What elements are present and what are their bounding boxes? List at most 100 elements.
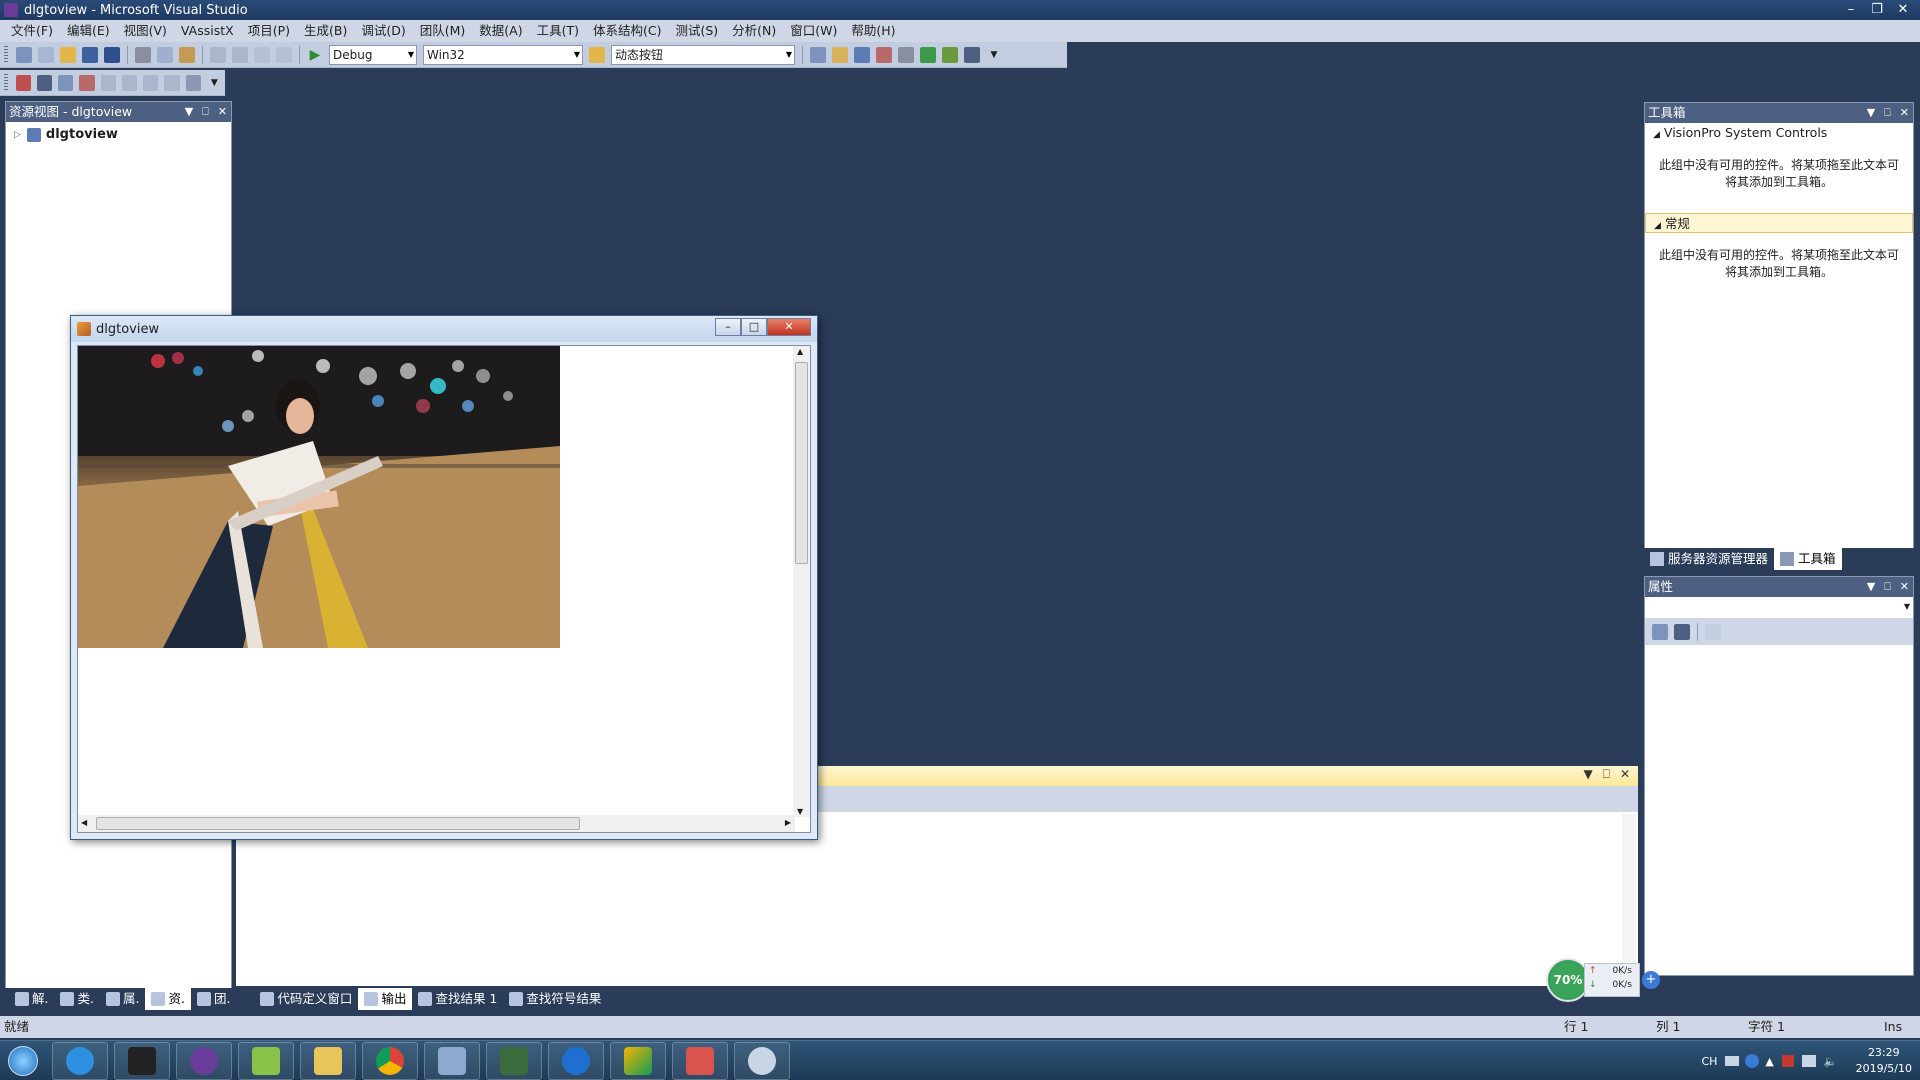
toolbar-options-icon[interactable]: ▼ <box>207 75 222 91</box>
menu-team[interactable]: 团队(M) <box>413 20 473 42</box>
tray-expand-icon[interactable]: ▲ <box>1765 1055 1773 1068</box>
alphabetical-icon[interactable] <box>1674 624 1690 640</box>
flag-icon[interactable] <box>1781 1055 1794 1067</box>
find-references-icon[interactable] <box>79 74 95 91</box>
tab-team-explorer[interactable]: 团. <box>191 988 236 1010</box>
refresh-icon[interactable] <box>185 74 201 91</box>
tools-icon[interactable] <box>898 46 914 63</box>
toolbar-options-icon[interactable]: ▼ <box>986 47 1002 63</box>
close-button[interactable]: ✕ <box>1890 0 1916 20</box>
new-project-icon[interactable] <box>16 46 32 63</box>
restore-button[interactable]: ❐ <box>1864 0 1890 20</box>
tab-find-symbol-results[interactable]: 查找符号结果 <box>503 988 607 1010</box>
open-file-in-solution-icon[interactable] <box>15 74 32 91</box>
find-in-files-icon[interactable] <box>589 46 605 63</box>
pin-icon[interactable]: ⎕ <box>1884 577 1891 597</box>
menu-help[interactable]: 帮助(H) <box>844 20 902 42</box>
tab-class-view[interactable]: 类. <box>54 988 99 1010</box>
object-selector[interactable]: ▼ <box>1645 597 1913 619</box>
menu-build[interactable]: 生成(B) <box>297 20 354 42</box>
tree-node[interactable]: ▷ dlgtoview <box>14 126 231 144</box>
scroll-right-icon[interactable]: ▶ <box>785 818 791 827</box>
tree-node-label[interactable]: dlgtoview <box>46 126 118 144</box>
solution-explorer-icon[interactable] <box>810 46 826 63</box>
close-icon[interactable]: ✕ <box>1900 103 1909 123</box>
dialog-maximize-button[interactable]: □ <box>741 318 767 336</box>
close-icon[interactable]: ✕ <box>1620 767 1630 782</box>
menu-tools[interactable]: 工具(T) <box>530 20 586 42</box>
plus-icon[interactable]: + <box>1642 971 1660 989</box>
taskbar-chrome[interactable] <box>362 1041 418 1080</box>
menu-test[interactable]: 测试(S) <box>668 20 725 42</box>
object-browser-icon[interactable] <box>854 46 870 63</box>
scroll-thumb[interactable] <box>96 817 580 830</box>
configuration-select[interactable]: Debug ▼ <box>329 44 417 65</box>
redo-icon[interactable] <box>164 74 180 91</box>
menu-view[interactable]: 视图(V) <box>117 20 174 42</box>
toolbox-icon[interactable] <box>876 46 892 63</box>
panel-dropdown-icon[interactable]: ▼ <box>185 102 193 122</box>
dialog-close-button[interactable]: ✕ <box>767 318 811 336</box>
add-item-icon[interactable] <box>38 46 54 63</box>
toolbar-grip[interactable] <box>4 45 8 64</box>
cut-icon[interactable] <box>135 46 151 63</box>
minimize-button[interactable]: – <box>1838 0 1864 20</box>
scroll-thumb[interactable] <box>795 362 808 564</box>
menu-file[interactable]: 文件(F) <box>4 20 60 42</box>
tab-server-explorer[interactable]: 服务器资源管理器 <box>1644 548 1774 570</box>
dialog-title-bar[interactable]: dlgtoview – □ ✕ <box>71 316 817 342</box>
menu-project[interactable]: 项目(P) <box>241 20 297 42</box>
taskbar-ie[interactable] <box>52 1041 108 1080</box>
keyboard-icon[interactable] <box>1725 1056 1740 1066</box>
undo-icon[interactable] <box>210 46 226 63</box>
panel-dropdown-icon[interactable]: ▼ <box>1584 767 1593 782</box>
redo-icon[interactable] <box>232 46 248 63</box>
volume-icon[interactable]: 🔈 <box>1824 1055 1838 1068</box>
taskbar-explorer[interactable] <box>300 1041 356 1080</box>
tab-toolbox[interactable]: 工具箱 <box>1774 548 1842 570</box>
taskbar-terminal[interactable] <box>486 1041 542 1080</box>
start-button[interactable] <box>0 1041 46 1080</box>
list-methods-icon[interactable] <box>37 74 53 91</box>
taskbar-paint[interactable] <box>734 1041 790 1080</box>
navigate-backward-icon[interactable] <box>254 46 270 63</box>
scroll-down-icon[interactable]: ▼ <box>797 807 803 816</box>
copy-icon[interactable] <box>157 46 173 63</box>
dialog-minimize-button[interactable]: – <box>715 318 741 336</box>
vertical-scrollbar[interactable]: ▲ ▼ <box>793 346 810 817</box>
start-page-icon[interactable] <box>920 46 936 63</box>
taskbar-wps[interactable] <box>548 1041 604 1080</box>
pin-icon[interactable]: ⎕ <box>1603 767 1610 782</box>
pin-icon[interactable]: ⎕ <box>1884 103 1891 123</box>
scroll-left-icon[interactable]: ◀ <box>81 818 87 827</box>
menu-window[interactable]: 窗口(W) <box>783 20 844 42</box>
start-debugging-icon[interactable]: ▶ <box>307 47 323 63</box>
pin-icon[interactable]: ⎕ <box>202 102 209 122</box>
find-symbol-icon[interactable] <box>58 74 74 91</box>
categorized-icon[interactable] <box>1652 624 1668 640</box>
clock[interactable]: 23:29 2019/5/10 <box>1856 1045 1912 1077</box>
save-all-icon[interactable] <box>104 46 120 63</box>
taskbar-notepad[interactable] <box>238 1041 294 1080</box>
menu-data[interactable]: 数据(A) <box>472 20 529 42</box>
panel-dropdown-icon[interactable]: ▼ <box>1867 103 1875 123</box>
taskbar-visual-studio[interactable] <box>176 1041 232 1080</box>
menu-architecture[interactable]: 体系结构(C) <box>586 20 668 42</box>
tab-find-results[interactable]: 查找结果 1 <box>412 988 503 1010</box>
close-icon[interactable]: ✕ <box>1900 577 1909 597</box>
tab-resource-view[interactable]: 资. <box>145 988 191 1010</box>
menu-edit[interactable]: 编辑(E) <box>60 20 117 42</box>
menu-analyze[interactable]: 分析(N) <box>725 20 783 42</box>
close-icon[interactable]: ✕ <box>218 102 227 122</box>
property-pages-icon[interactable] <box>1705 624 1721 640</box>
taskbar-app2[interactable] <box>114 1041 170 1080</box>
tab-solution-explorer[interactable]: 解. <box>9 988 54 1010</box>
extension-manager-icon[interactable] <box>942 46 958 63</box>
back-icon[interactable] <box>100 74 116 91</box>
tab-output[interactable]: 输出 <box>358 988 413 1010</box>
expand-arrow-icon[interactable]: ▷ <box>14 130 21 140</box>
network-icon[interactable] <box>1801 1055 1816 1067</box>
command-window-icon[interactable] <box>964 46 980 63</box>
tab-code-definition[interactable]: 代码定义窗口 <box>254 988 358 1010</box>
tab-property-manager[interactable]: 属. <box>100 988 145 1010</box>
